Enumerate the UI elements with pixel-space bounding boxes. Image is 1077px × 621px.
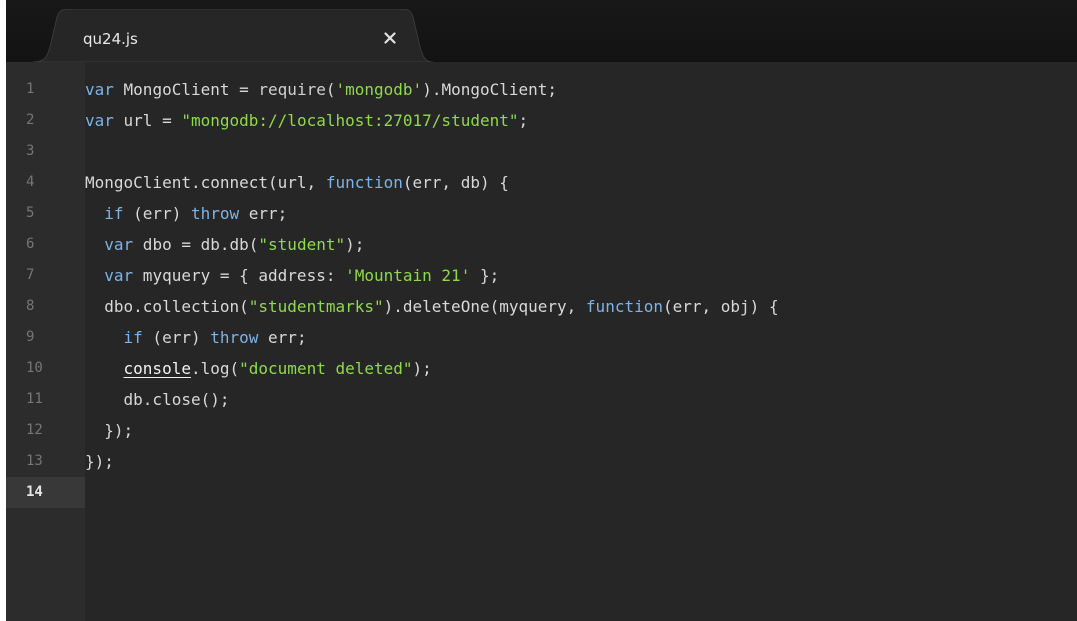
line-number: 2	[26, 112, 35, 128]
keyword-token: var	[85, 111, 114, 130]
keyword-token: if	[104, 204, 124, 223]
code-line[interactable]: 8 dbo.collection("studentmarks").deleteO…	[6, 291, 1077, 322]
code-token: dbo = db.db(	[133, 235, 259, 254]
line-number: 9	[26, 329, 35, 345]
code-text: if (err) throw err;	[85, 322, 307, 353]
line-number: 3	[26, 143, 35, 159]
code-line[interactable]: 7 var myquery = { address: 'Mountain 21'…	[6, 260, 1077, 291]
code-line[interactable]: 9 if (err) throw err;	[6, 322, 1077, 353]
code-token: };	[470, 266, 500, 285]
code-token: db.close();	[85, 390, 230, 409]
tab-bar: qu24.js	[6, 0, 1077, 62]
code-text: var MongoClient = require('mongodb').Mon…	[85, 74, 557, 105]
code-line[interactable]: 4 MongoClient.connect(url, function(err, …	[6, 167, 1077, 198]
code-line[interactable]: 2 var url = "mongodb://localhost:27017/st…	[6, 105, 1077, 136]
code-token: err;	[258, 328, 307, 347]
code-line[interactable]: 10 console.log("document deleted");	[6, 353, 1077, 384]
code-line[interactable]: 13});	[6, 446, 1077, 477]
code-token: MongoClient.connect(url,	[85, 173, 326, 192]
string-token: "studentmarks"	[248, 297, 384, 316]
tab-title: qu24.js	[83, 30, 138, 48]
keyword-token: function	[585, 297, 663, 316]
code-line[interactable]: 12 });	[6, 415, 1077, 446]
code-token: );	[345, 235, 365, 254]
code-area[interactable]: 1 var MongoClient = require('mongodb').Mo…	[6, 74, 1077, 508]
code-line[interactable]: 3	[6, 136, 1077, 167]
code-token: );	[412, 359, 432, 378]
code-text: if (err) throw err;	[85, 198, 287, 229]
code-token: err;	[239, 204, 288, 223]
code-token: (err, db) {	[402, 173, 509, 192]
line-number: 14	[6, 477, 85, 508]
code-token: .log(	[190, 359, 240, 378]
code-token: require	[258, 80, 326, 99]
keyword-token: var	[85, 80, 114, 99]
code-token: myquery = { address:	[133, 266, 346, 285]
code-text: MongoClient.connect(url, function(err, d…	[85, 167, 509, 198]
string-token: "document deleted"	[239, 359, 413, 378]
line-number: 1	[26, 81, 35, 97]
line-number: 8	[26, 298, 35, 314]
code-line[interactable]: 5 if (err) throw err;	[6, 198, 1077, 229]
code-text: db.close();	[85, 384, 230, 415]
code-token: MongoClient =	[113, 80, 259, 99]
code-token: (err, obj) {	[662, 297, 779, 316]
string-token: 'mongodb'	[335, 80, 423, 99]
code-text: console.log("document deleted");	[85, 353, 432, 384]
code-token: });	[85, 421, 134, 440]
line-number: 12	[26, 422, 43, 438]
code-token: console	[123, 359, 191, 378]
code-text: var myquery = { address: 'Mountain 21' }…	[85, 260, 499, 291]
keyword-token: throw	[190, 204, 240, 223]
code-text: });	[85, 415, 133, 446]
keyword-token: var	[104, 235, 134, 254]
string-token: 'Mountain 21'	[345, 266, 471, 285]
line-number: 10	[26, 360, 43, 376]
line-number: 6	[26, 236, 35, 252]
line-number: 4	[26, 174, 35, 190]
code-editor[interactable]: 1 var MongoClient = require('mongodb').Mo…	[6, 62, 1077, 621]
code-token: url =	[113, 111, 182, 130]
close-icon	[384, 32, 396, 44]
code-line[interactable]: 14	[6, 477, 1077, 508]
code-token: ;	[518, 111, 529, 130]
text-cursor	[85, 481, 87, 504]
string-token: "student"	[258, 235, 346, 254]
code-text: });	[85, 446, 114, 477]
tab-qu24-js[interactable]: qu24.js	[33, 9, 433, 62]
string-token: "mongodb://localhost:27017/student"	[181, 111, 519, 130]
line-number: 5	[26, 205, 35, 221]
line-number: 7	[26, 267, 35, 283]
keyword-token: function	[325, 173, 403, 192]
code-token: });	[85, 452, 114, 471]
code-token: ).MongoClient;	[422, 80, 558, 99]
code-text: var url = "mongodb://localhost:27017/stu…	[85, 105, 528, 136]
code-token: (err)	[142, 328, 211, 347]
code-text: var dbo = db.db("student");	[85, 229, 364, 260]
code-line[interactable]: 6 var dbo = db.db("student");	[6, 229, 1077, 260]
keyword-token: if	[123, 328, 143, 347]
keyword-token: var	[104, 266, 134, 285]
code-token: ).deleteOne(myquery,	[383, 297, 586, 316]
tab-close-button[interactable]	[378, 26, 402, 50]
keyword-token: throw	[210, 328, 259, 347]
code-line[interactable]: 1 var MongoClient = require('mongodb').Mo…	[6, 74, 1077, 105]
code-text: dbo.collection("studentmarks").deleteOne…	[85, 291, 779, 322]
line-number: 13	[26, 453, 43, 469]
code-token: dbo.collection(	[85, 297, 249, 316]
code-token: (err)	[123, 204, 191, 223]
line-number: 11	[26, 391, 43, 407]
code-line[interactable]: 11 db.close();	[6, 384, 1077, 415]
editor-window: qu24.js 1 var MongoClient = require('mong…	[6, 0, 1077, 621]
